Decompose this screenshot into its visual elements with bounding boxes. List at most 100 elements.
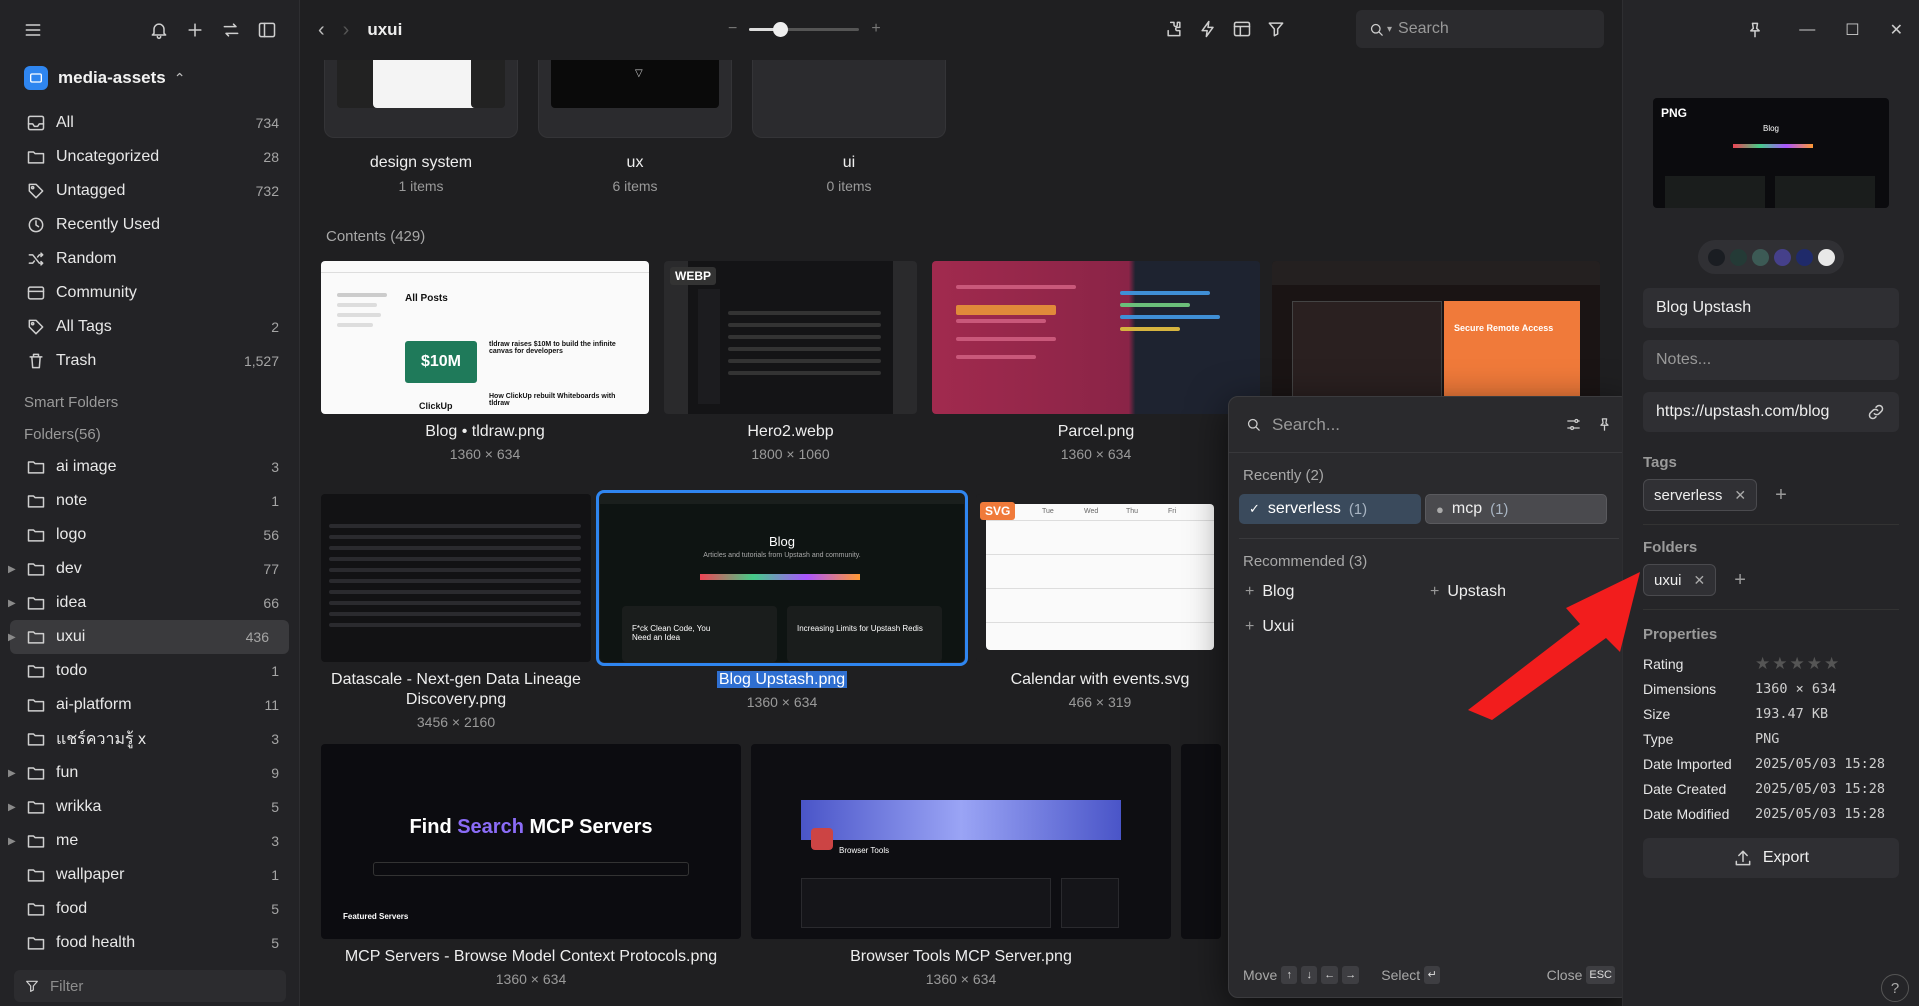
caret-right-icon[interactable]: ▶ — [8, 632, 16, 643]
asset-thumbnail: Find Search MCP Servers Featured Servers — [321, 744, 741, 939]
maximize-icon[interactable]: ☐ — [1845, 20, 1859, 40]
arrow-left-key-icon: ← — [1321, 966, 1339, 984]
add-icon[interactable] — [185, 20, 205, 40]
tag-search-input[interactable] — [1272, 414, 1532, 435]
asset-name-field[interactable]: Blog Upstash — [1643, 288, 1899, 328]
rating-stars[interactable]: ★★★★★ — [1755, 654, 1841, 674]
folders-title[interactable]: Folders(56) — [0, 418, 299, 450]
sidebar-item-recently-used[interactable]: Recently Used — [0, 208, 299, 242]
folder-item[interactable]: ▶ idea 66 — [0, 586, 299, 620]
caret-right-icon[interactable]: ▶ — [8, 802, 16, 813]
tag-count: (1) — [1348, 500, 1368, 518]
sidebar-item-uncategorized[interactable]: Uncategorized 28 — [0, 140, 299, 174]
remove-tag-icon[interactable]: ✕ — [1734, 487, 1746, 504]
asset-card[interactable]: MonTueWedThuFri SVG Calendar with events… — [976, 494, 1224, 710]
zoom-out-icon[interactable]: − — [728, 20, 737, 38]
folder-item[interactable]: food 5 — [0, 892, 299, 926]
filter-funnel-icon[interactable] — [1266, 19, 1286, 39]
url-field[interactable]: https://upstash.com/blog — [1643, 392, 1899, 432]
filter-placeholder: Filter — [50, 977, 84, 995]
back-icon[interactable]: ‹ — [318, 19, 325, 42]
recent-tag-mcp[interactable]: ● mcp (1) — [1425, 494, 1607, 524]
sidebar-item-community[interactable]: Community — [0, 276, 299, 310]
sidebar-item-trash[interactable]: Trash 1,527 — [0, 344, 299, 378]
pin-icon[interactable] — [1596, 416, 1613, 433]
extension-icon[interactable] — [1164, 19, 1184, 39]
folder-item[interactable]: แชร์ความรู้ x 3 — [0, 722, 299, 756]
sidebar-item-random[interactable]: Random — [0, 242, 299, 276]
sliders-icon[interactable] — [1565, 416, 1582, 433]
color-swatch[interactable] — [1773, 248, 1791, 266]
asset-card[interactable]: All Posts $10M tldraw raises $10M to bui… — [321, 261, 649, 462]
toggle-sidebar-icon[interactable] — [257, 20, 277, 40]
folder-item[interactable]: wallpaper 1 — [0, 858, 299, 892]
forward-icon[interactable]: › — [343, 19, 350, 42]
add-folder-icon[interactable]: + — [1734, 569, 1746, 592]
asset-preview[interactable]: PNG Blog — [1653, 98, 1889, 208]
recommended-tag[interactable]: + Uxui — [1245, 609, 1430, 644]
asset-thumbnail — [932, 261, 1260, 414]
color-swatch[interactable] — [1817, 248, 1835, 266]
tag-pill[interactable]: serverless ✕ — [1643, 479, 1758, 511]
color-swatch[interactable] — [1707, 248, 1725, 266]
color-swatch[interactable] — [1751, 248, 1769, 266]
folder-item[interactable]: ai image 3 — [0, 450, 299, 484]
notes-field[interactable]: Notes... — [1643, 340, 1899, 380]
sidebar-item-all[interactable]: All 734 — [0, 106, 299, 140]
caret-right-icon[interactable]: ▶ — [8, 768, 16, 779]
recent-tag-serverless[interactable]: ✓ serverless (1) — [1239, 494, 1421, 524]
subfolder-card[interactable]: ui 0 items — [752, 60, 946, 194]
asset-card[interactable]: Find Search MCP Servers Featured Servers… — [321, 744, 741, 987]
folder-count: 5 — [271, 799, 279, 815]
folder-item[interactable]: ▶ wrikka 5 — [0, 790, 299, 824]
caret-right-icon[interactable]: ▶ — [8, 836, 16, 847]
color-swatch[interactable] — [1795, 248, 1813, 266]
search-input[interactable]: ▾ Search — [1356, 10, 1604, 48]
library-switcher[interactable]: media-assets ⌃ — [0, 62, 299, 94]
menu-icon[interactable] — [22, 19, 44, 41]
asset-card[interactable]: WEBP Hero2.webp 1800 × 1060 — [664, 261, 917, 462]
bolt-icon[interactable] — [1198, 19, 1218, 39]
asset-card[interactable]: Parcel.png 1360 × 634 — [932, 261, 1260, 462]
export-button[interactable]: Export — [1643, 838, 1899, 878]
subfolder-card[interactable]: ▽ ux 6 items — [538, 60, 732, 194]
asset-card[interactable]: Secure Remote Access — [1272, 261, 1600, 414]
link-icon[interactable] — [1866, 402, 1886, 422]
folder-item[interactable]: logo 56 — [0, 518, 299, 552]
folder-item[interactable]: note 1 — [0, 484, 299, 518]
zoom-in-icon[interactable]: + — [871, 20, 880, 38]
asset-card-selected[interactable]: Blog Articles and tutorials from Upstash… — [596, 490, 968, 710]
zoom-slider[interactable] — [749, 21, 860, 37]
caret-right-icon[interactable]: ▶ — [8, 598, 16, 609]
zoom-knob[interactable] — [773, 21, 789, 37]
folder-item[interactable]: ▶ dev 77 — [0, 552, 299, 586]
asset-card[interactable]: Browser Tools Browser Tools MCP Server.p… — [751, 744, 1171, 987]
recommended-tag[interactable]: + Blog — [1245, 574, 1430, 609]
library-name: media-assets — [58, 68, 166, 87]
folder-item[interactable]: ▶ me 3 — [0, 824, 299, 858]
layout-icon[interactable] — [1232, 19, 1252, 39]
asset-card[interactable] — [1181, 744, 1221, 939]
folder-item[interactable]: ▶ fun 9 — [0, 756, 299, 790]
folder-item[interactable]: ai-platform 11 — [0, 688, 299, 722]
asset-card[interactable]: Datascale - Next-gen Data Lineage Discov… — [321, 494, 591, 730]
close-icon[interactable]: ✕ — [1890, 20, 1903, 40]
sidebar-item-all-tags[interactable]: All Tags 2 — [0, 310, 299, 344]
folder-item[interactable]: ▶ uxui 436 — [8, 620, 289, 654]
subfolder-card[interactable]: design system 1 items — [324, 60, 518, 194]
help-icon[interactable]: ? — [1881, 974, 1909, 1002]
color-swatch[interactable] — [1729, 248, 1747, 266]
sidebar-item-untagged[interactable]: Untagged 732 — [0, 174, 299, 208]
sync-icon[interactable] — [221, 20, 241, 40]
pin-icon[interactable] — [1745, 20, 1765, 40]
bell-icon[interactable] — [149, 20, 169, 40]
caret-right-icon[interactable]: ▶ — [8, 564, 16, 575]
folder-item[interactable]: food health 5 — [0, 926, 299, 960]
minimize-icon[interactable]: — — [1799, 21, 1815, 39]
chevron-down-icon[interactable]: ▾ — [1387, 24, 1392, 35]
smart-folders-title[interactable]: Smart Folders — [0, 386, 299, 418]
filter-input[interactable]: Filter — [14, 970, 286, 1002]
remove-folder-icon[interactable]: ✕ — [1694, 572, 1706, 589]
folder-item[interactable]: todo 1 — [0, 654, 299, 688]
add-tag-icon[interactable]: + — [1775, 484, 1787, 507]
